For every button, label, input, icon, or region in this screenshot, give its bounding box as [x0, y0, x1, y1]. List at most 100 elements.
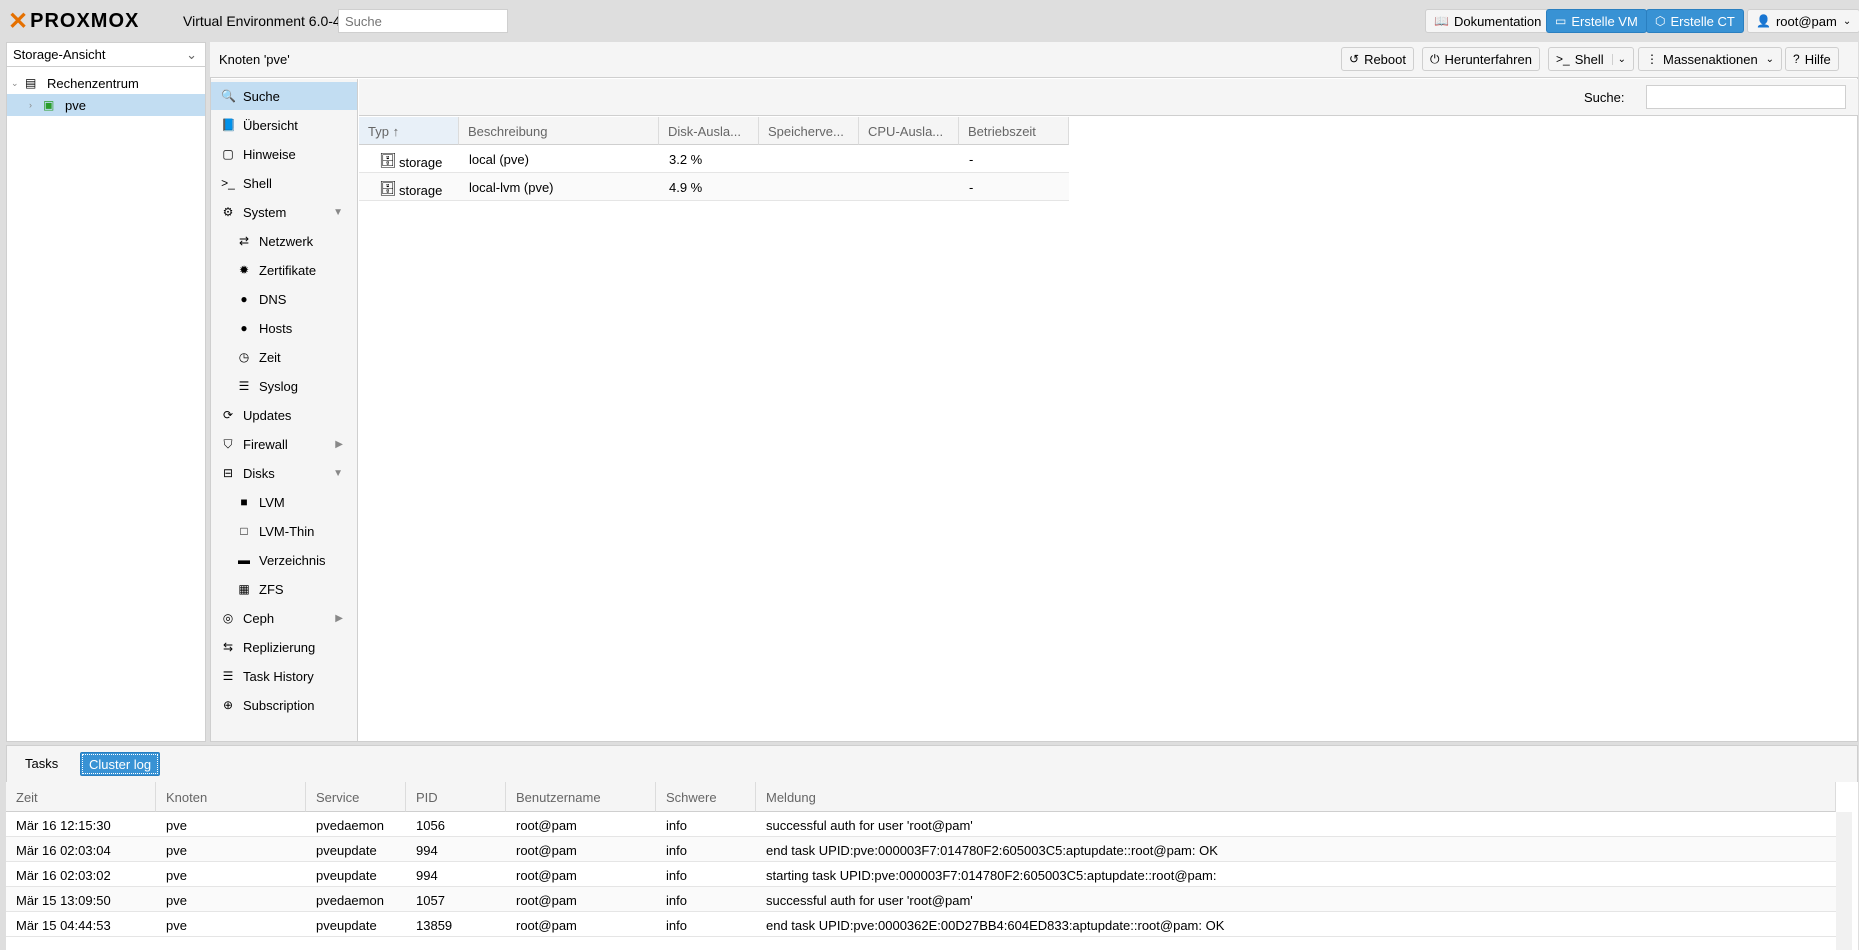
user-menu-button[interactable]: 👤 root@pam ⌄ — [1747, 9, 1859, 33]
nav-item-replication[interactable]: ⇆ Replizierung — [211, 633, 357, 661]
nav-item-lvm-thin[interactable]: □ LVM-Thin — [211, 517, 357, 545]
column-header-uptime[interactable]: Betriebszeit — [959, 117, 1069, 145]
view-selector-value: Storage-Ansicht — [13, 47, 106, 62]
nav-item-search[interactable]: 🔍 Suche — [211, 82, 357, 110]
nav-item-shell[interactable]: >_ Shell — [211, 169, 357, 197]
nav-label: Updates — [243, 407, 292, 423]
create-ct-button[interactable]: ⬡ Erstelle CT — [1646, 9, 1744, 33]
log-row[interactable]: Mär 16 12:15:30 pve pvedaemon 1056 root@… — [6, 812, 1836, 837]
reboot-button[interactable]: ↺ Reboot — [1341, 47, 1414, 71]
tree-item-datacenter[interactable]: ⌄ ▤ Rechenzentrum — [7, 72, 205, 94]
tab-tasks[interactable]: Tasks — [17, 752, 66, 776]
search-icon: 🔍 — [221, 89, 236, 103]
server-rack-icon: ▤ — [25, 76, 37, 90]
log-row[interactable]: Mär 16 02:03:02 pve pveupdate 994 root@p… — [6, 862, 1836, 887]
log-scrollbar[interactable] — [1836, 812, 1852, 950]
tree-item-label: Rechenzentrum — [47, 75, 139, 91]
view-selector[interactable]: Storage-Ansicht ⌄ — [6, 42, 206, 67]
certificate-icon: ✹ — [238, 263, 250, 277]
shutdown-button[interactable]: ⏻ Herunterfahren — [1422, 47, 1540, 71]
nav-label: DNS — [259, 291, 287, 307]
column-header-type[interactable]: Typ ↑ — [359, 117, 459, 145]
column-header-description[interactable]: Beschreibung — [459, 117, 659, 145]
cell-disk-usage: 4.9 % — [669, 180, 703, 195]
nav-item-hosts[interactable]: ● Hosts — [211, 314, 357, 342]
column-header-memory-usage[interactable]: Speicherve... — [759, 117, 859, 145]
shell-button[interactable]: >_ Shell ⌄ — [1548, 47, 1634, 71]
cell-description: local (pve) — [469, 152, 529, 167]
bulk-actions-label: Massenaktionen — [1663, 51, 1758, 67]
nav-item-updates[interactable]: ⟳ Updates — [211, 401, 357, 429]
nav-item-dns[interactable]: ● DNS — [211, 285, 357, 313]
cell-disk-usage: 3.2 % — [669, 152, 703, 167]
column-header-time[interactable]: Zeit — [6, 782, 156, 812]
column-header-message[interactable]: Meldung — [756, 782, 1836, 812]
column-header-cpu-usage[interactable]: CPU-Ausla... — [859, 117, 959, 145]
nav-item-certificates[interactable]: ✹ Zertifikate — [211, 256, 357, 284]
nav-item-syslog[interactable]: ☰ Syslog — [211, 372, 357, 400]
tab-cluster-log[interactable]: Cluster log — [80, 752, 161, 776]
nav-item-system[interactable]: ⚙ System ▼ — [211, 198, 357, 226]
column-header-node[interactable]: Knoten — [156, 782, 306, 812]
nav-label: Netzwerk — [259, 233, 314, 249]
nav-item-subscription[interactable]: ⊕ Subscription — [211, 691, 357, 719]
table-row[interactable]: 🗄 storage local-lvm (pve) 4.9 % - — [359, 173, 1069, 201]
chevron-down-icon: ⌄ — [1765, 53, 1775, 65]
cell-username: root@pam — [516, 818, 577, 833]
resource-search-input[interactable] — [1646, 85, 1846, 109]
create-vm-button[interactable]: ▭ Erstelle VM — [1546, 9, 1647, 33]
cell-uptime: - — [969, 180, 974, 195]
column-header-service[interactable]: Service — [306, 782, 406, 812]
nav-item-time[interactable]: ◷ Zeit — [211, 343, 357, 371]
log-row[interactable]: Mär 15 04:44:53 pve pveupdate 13859 root… — [6, 912, 1836, 937]
nav-item-ceph[interactable]: ◎ Ceph ▶ — [211, 604, 357, 632]
collapse-icon: ⌄ — [11, 77, 19, 88]
column-header-disk-usage[interactable]: Disk-Ausla... — [659, 117, 759, 145]
bulk-actions-button[interactable]: ⋮ Massenaktionen ⌄ — [1638, 47, 1783, 71]
cell-message: successful auth for user 'root@pam' — [766, 893, 973, 908]
nav-item-directory[interactable]: ▬ Verzeichnis — [211, 546, 357, 574]
nav-item-notes[interactable]: ▢ Hinweise — [211, 140, 357, 168]
nav-label: Firewall — [243, 436, 288, 452]
nav-label: Verzeichnis — [259, 552, 326, 568]
cell-uptime: - — [969, 152, 974, 167]
nav-item-firewall[interactable]: ⛉ Firewall ▶ — [211, 430, 357, 458]
nav-item-disks[interactable]: ⊟ Disks ▼ — [211, 459, 357, 487]
chevron-down-icon: ⌄ — [1611, 53, 1626, 65]
help-button[interactable]: ? Hilfe — [1785, 47, 1839, 71]
column-header-severity[interactable]: Schwere — [656, 782, 756, 812]
retweet-icon: ⇆ — [222, 640, 234, 654]
nav-label: Subscription — [243, 697, 315, 713]
cell-message: successful auth for user 'root@pam' — [766, 818, 973, 833]
square-icon: ■ — [240, 495, 248, 509]
log-row[interactable]: Mär 15 13:09:50 pve pvedaemon 1057 root@… — [6, 887, 1836, 912]
nav-label: Suche — [243, 88, 280, 104]
documentation-button[interactable]: 📖 Dokumentation — [1425, 9, 1551, 33]
tree-item-label: pve — [65, 97, 86, 113]
tree-item-pve[interactable]: › ▣ pve — [7, 94, 205, 116]
cell-username: root@pam — [516, 868, 577, 883]
table-row[interactable]: 🗄 storage local (pve) 3.2 % - — [359, 145, 1069, 173]
search-toolbar — [359, 79, 1858, 116]
nav-item-zfs[interactable]: ▦ ZFS — [211, 575, 357, 603]
shutdown-label: Herunterfahren — [1444, 51, 1532, 67]
version-label: Virtual Environment 6.0-4 — [183, 13, 341, 29]
column-header-username[interactable]: Benutzername — [506, 782, 656, 812]
nav-item-task-history[interactable]: ☰ Task History — [211, 662, 357, 690]
nav-item-summary[interactable]: 📘 Übersicht — [211, 111, 357, 139]
logo-x-icon: ✕ — [8, 7, 30, 35]
cell-pid: 1057 — [416, 893, 445, 908]
proxmox-logo: ✕ PROXMOX — [8, 7, 139, 35]
column-header-pid[interactable]: PID — [406, 782, 506, 812]
cell-severity: info — [666, 918, 687, 933]
support-icon: ⊕ — [222, 698, 234, 712]
cell-node: pve — [166, 843, 187, 858]
global-search-input[interactable] — [338, 9, 508, 33]
cell-node: pve — [166, 818, 187, 833]
nav-item-network[interactable]: ⇄ Netzwerk — [211, 227, 357, 255]
power-icon: ⏻ — [1430, 51, 1440, 66]
nav-item-lvm[interactable]: ■ LVM — [211, 488, 357, 516]
nav-label: Zertifikate — [259, 262, 317, 278]
cell-service: pveupdate — [316, 918, 377, 933]
log-row[interactable]: Mär 16 02:03:04 pve pveupdate 994 root@p… — [6, 837, 1836, 862]
